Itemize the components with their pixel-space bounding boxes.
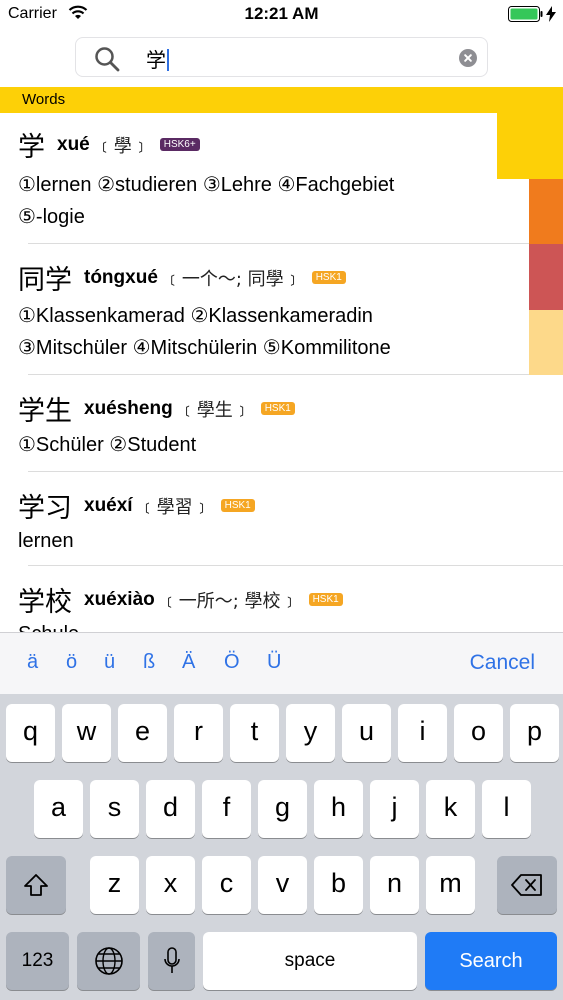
entry-variant: ﹝學生﹞ xyxy=(178,399,251,421)
key-d[interactable]: d xyxy=(146,780,195,838)
microphone-icon xyxy=(163,947,180,973)
entry-hanzi: 学 xyxy=(18,132,45,163)
globe-key[interactable] xyxy=(77,932,140,990)
entry-definition: ①Klassenkamerad ②Klassenkameradin xyxy=(18,305,373,327)
entry-definition: ①lernen ②studieren ③Lehre ④Fachgebiet xyxy=(18,174,395,196)
search-key[interactable]: Search xyxy=(425,932,557,990)
key-s[interactable]: s xyxy=(90,780,139,838)
side-indicator-3 xyxy=(529,244,563,310)
section-title: Words xyxy=(22,91,66,108)
umlaut-key[interactable]: ü xyxy=(104,651,115,674)
entry-definition: ①Schüler ②Student xyxy=(18,434,197,456)
search-value: 学 xyxy=(146,48,166,72)
umlaut-key[interactable]: Ü xyxy=(267,651,281,674)
entry-pinyin: xué xyxy=(57,133,90,155)
clear-icon[interactable] xyxy=(459,49,477,67)
key-t[interactable]: t xyxy=(230,704,279,762)
key-k[interactable]: k xyxy=(426,780,475,838)
battery-icon xyxy=(508,6,543,22)
key-j[interactable]: j xyxy=(370,780,419,838)
key-g[interactable]: g xyxy=(258,780,307,838)
key-y[interactable]: y xyxy=(286,704,335,762)
cancel-button[interactable]: Cancel xyxy=(470,651,535,675)
dictation-key[interactable] xyxy=(148,932,195,990)
word-entry[interactable]: 学生 xuésheng ﹝學生﹞ HSK1 ①Schüler ②Student xyxy=(0,375,563,472)
shift-icon xyxy=(24,874,48,896)
key-l[interactable]: l xyxy=(482,780,531,838)
search-field[interactable]: 学 xyxy=(75,37,488,77)
entry-definition: ③Mitschüler ④Mitschülerin ⑤Kommilitone xyxy=(18,337,391,359)
key-e[interactable]: e xyxy=(118,704,167,762)
hsk-badge: HSK1 xyxy=(260,402,295,415)
hsk-badge: HSK1 xyxy=(220,499,255,512)
umlaut-key[interactable]: ä xyxy=(27,651,38,674)
entry-pinyin: xuésheng xyxy=(84,397,173,419)
selection-highlight xyxy=(497,113,529,179)
word-entry[interactable]: 学习 xuéxí ﹝學習﹞ HSK1 lernen xyxy=(0,472,563,566)
key-r[interactable]: r xyxy=(174,704,223,762)
entry-pinyin: xuéxiào xyxy=(84,588,155,610)
side-indicator-1 xyxy=(529,113,563,179)
key-b[interactable]: b xyxy=(314,856,363,914)
text-cursor xyxy=(167,49,169,71)
entry-variant: ﹝學習﹞ xyxy=(138,496,211,518)
entry-hanzi: 学习 xyxy=(18,493,72,524)
entry-hanzi: 学校 xyxy=(18,587,72,618)
umlaut-key[interactable]: Ä xyxy=(182,651,195,674)
entry-hanzi: 同学 xyxy=(18,265,72,296)
key-z[interactable]: z xyxy=(90,856,139,914)
umlaut-key[interactable]: Ö xyxy=(224,651,240,674)
key-a[interactable]: a xyxy=(34,780,83,838)
entry-pinyin: tóngxué xyxy=(84,266,158,288)
key-u[interactable]: u xyxy=(342,704,391,762)
side-indicator-2 xyxy=(529,179,563,244)
section-header-words: Words xyxy=(0,87,563,113)
keyboard-accessory-bar: ä ö ü ß Ä Ö Ü Cancel xyxy=(0,632,563,694)
entry-hanzi: 学生 xyxy=(18,396,72,427)
key-v[interactable]: v xyxy=(258,856,307,914)
entry-definition: Schule xyxy=(18,618,79,632)
clock: 12:21 AM xyxy=(244,4,319,23)
hsk-badge: HSK1 xyxy=(311,271,346,284)
entry-variant: ﹝學﹞ xyxy=(95,135,150,157)
eszett-key[interactable]: ß xyxy=(143,651,155,674)
key-n[interactable]: n xyxy=(370,856,419,914)
keyboard: q w e r t y u i o p a s d f g h j k l z … xyxy=(0,694,563,1000)
globe-icon xyxy=(94,947,123,975)
hsk-badge: HSK1 xyxy=(308,593,343,606)
key-c[interactable]: c xyxy=(202,856,251,914)
status-bar: Carrier 12:21 AM xyxy=(0,0,563,30)
key-q[interactable]: q xyxy=(6,704,55,762)
search-icon xyxy=(95,47,120,72)
charging-icon xyxy=(546,6,556,22)
key-o[interactable]: o xyxy=(454,704,503,762)
word-entry[interactable]: 学校 xuéxiào﹝一所～; 學校﹞ HSK1 Schule xyxy=(0,566,563,632)
space-key[interactable]: space xyxy=(203,932,417,990)
delete-key[interactable] xyxy=(497,856,557,914)
umlaut-key[interactable]: ö xyxy=(66,651,77,674)
key-x[interactable]: x xyxy=(146,856,195,914)
word-entry[interactable]: 同学 tóngxué ﹝一个～; 同學﹞ HSK1 ①Klassenkamerad ②… xyxy=(0,244,529,375)
shift-key[interactable] xyxy=(6,856,66,914)
side-indicator-4 xyxy=(529,310,563,375)
numbers-key[interactable]: 123 xyxy=(6,932,69,990)
key-w[interactable]: w xyxy=(62,704,111,762)
key-i[interactable]: i xyxy=(398,704,447,762)
entry-definition: ⑤-logie xyxy=(18,206,85,228)
entry-definition: lernen xyxy=(18,530,74,552)
key-p[interactable]: p xyxy=(510,704,559,762)
search-input[interactable]: 学 xyxy=(146,44,169,73)
entry-variant: ﹝一个～; 同學﹞ xyxy=(163,268,302,290)
word-entry[interactable]: 学 xué ﹝學﹞ HSK6+ ①lernen ②studieren ③Lehre ④… xyxy=(0,113,497,244)
key-h[interactable]: h xyxy=(314,780,363,838)
entry-pinyin: xuéxí xyxy=(84,494,133,516)
key-f[interactable]: f xyxy=(202,780,251,838)
key-m[interactable]: m xyxy=(426,856,475,914)
delete-icon xyxy=(511,874,542,896)
hsk-badge: HSK6+ xyxy=(159,138,200,151)
entry-variant: ﹝一所～; 學校﹞ xyxy=(160,590,299,612)
